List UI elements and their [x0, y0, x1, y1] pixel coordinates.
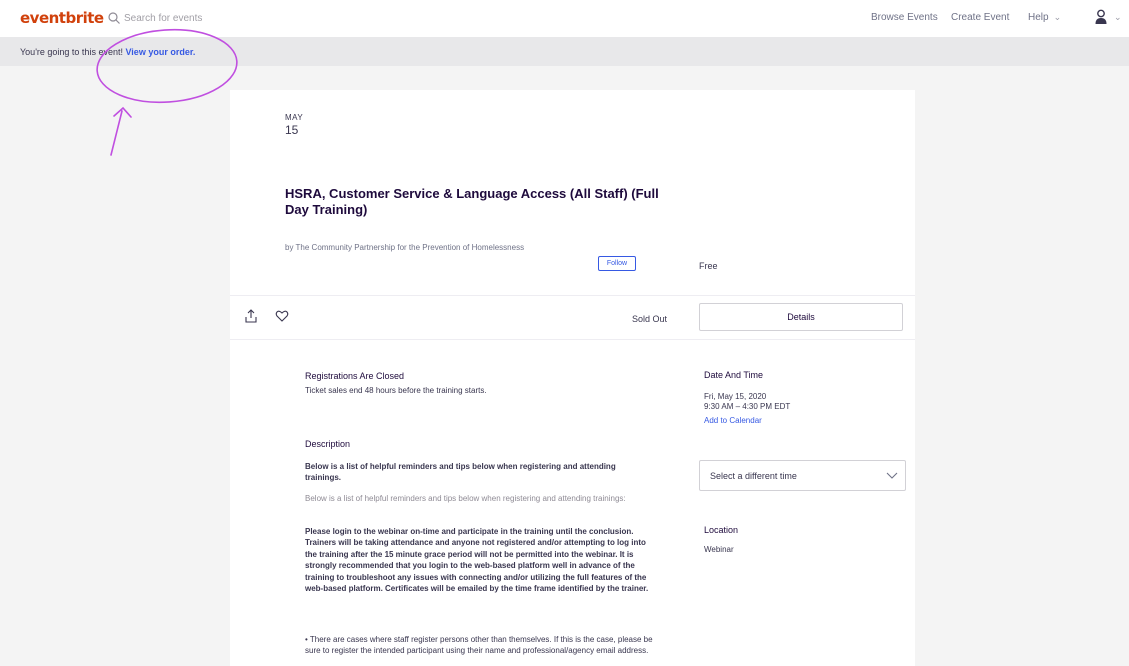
event-price: Free — [699, 261, 718, 271]
event-date: Fri, May 15, 2020 — [704, 392, 767, 401]
location-value: Webinar — [704, 545, 734, 554]
user-avatar-icon[interactable] — [1094, 9, 1108, 25]
select-different-time-label: Select a different time — [710, 471, 797, 481]
order-confirmation-banner: You're going to this event! View your or… — [0, 37, 1129, 66]
description-paragraph: Please login to the webinar on-time and … — [305, 527, 649, 594]
follow-button[interactable]: Follow — [598, 256, 636, 271]
event-organizer[interactable]: by The Community Partnership for the Pre… — [285, 242, 545, 254]
description-summary-repeat: Below is a list of helpful reminders and… — [305, 494, 626, 503]
user-menu-chevron-icon[interactable]: ⌄ — [1114, 12, 1122, 23]
banner-message: You're going to this event! View your or… — [20, 47, 195, 57]
event-date-month: MAY — [285, 113, 304, 122]
location-heading: Location — [704, 525, 739, 535]
description-bullet: • There are cases where staff register p… — [305, 635, 653, 656]
create-event-label: Create Event — [951, 12, 1010, 23]
banner-text: You're going to this event! — [20, 47, 126, 57]
event-date-day: 15 — [285, 123, 299, 137]
date-time-section: Date And Time — [704, 370, 904, 380]
event-title: HSRA, Customer Service & Language Access… — [285, 186, 659, 217]
event-header-section: MAY 15 HSRA, Customer Service & Language… — [230, 90, 915, 296]
event-time: 9:30 AM – 4:30 PM EDT — [704, 402, 791, 411]
create-event-link[interactable]: Create Event — [951, 12, 1009, 23]
annotation-arrow — [110, 106, 132, 156]
date-time-heading: Date And Time — [704, 370, 764, 380]
search-icon — [108, 12, 120, 24]
share-icon[interactable] — [244, 309, 258, 323]
help-label: Help — [1028, 12, 1049, 23]
eventbrite-logo[interactable]: eventbrite — [20, 9, 104, 27]
event-action-bar: Sold Out Details — [230, 297, 915, 340]
registration-text: Ticket sales end 48 hours before the tra… — [305, 386, 487, 395]
help-menu[interactable]: Help ⌄ — [1028, 12, 1061, 23]
event-card: MAY 15 HSRA, Customer Service & Language… — [230, 90, 915, 666]
browse-events-label: Browse Events — [871, 12, 938, 23]
browse-events-link[interactable]: Browse Events — [871, 12, 938, 23]
registration-heading: Registrations Are Closed — [305, 371, 405, 381]
details-button[interactable]: Details — [699, 303, 903, 331]
description-heading: Description — [305, 439, 351, 449]
sold-out-status: Sold Out — [632, 314, 668, 324]
select-different-time-dropdown[interactable]: Select a different time — [699, 460, 906, 491]
top-navigation-bar: eventbrite Browse Events Create Event He… — [0, 0, 1129, 37]
search-input[interactable] — [124, 9, 324, 27]
add-to-calendar-link[interactable]: Add to Calendar — [704, 416, 762, 425]
chevron-down-icon — [886, 472, 898, 479]
description-summary: Below is a list of helpful reminders and… — [305, 462, 616, 482]
view-order-link[interactable]: View your order. — [125, 47, 195, 57]
registration-section: Registrations Are Closed Ticket sales en… — [305, 370, 670, 397]
chevron-down-icon: ⌄ — [1053, 12, 1062, 22]
heart-icon[interactable] — [275, 309, 289, 323]
